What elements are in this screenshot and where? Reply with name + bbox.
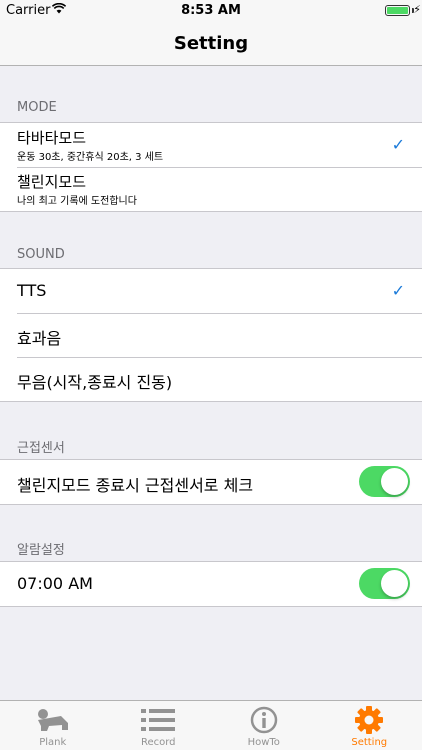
- proximity-group: 챌린지모드 종료시 근접센서로 체크: [0, 459, 422, 505]
- cell-title: 타바타모드: [17, 129, 87, 147]
- section-header-proximity: 근접센서: [17, 441, 65, 456]
- cell-title: 챌린지모드 종료시 근접센서로 체크: [17, 476, 254, 495]
- mode-group: 타바타모드 운동 30초, 중간휴식 20초, 3 세트 ✓ 챌린지모드 나의 …: [0, 122, 422, 212]
- charging-icon: ⚡: [413, 3, 421, 16]
- sound-group: TTS ✓ 효과음 무음(시작,종료시 진동): [0, 268, 422, 402]
- section-header-sound: SOUND: [17, 247, 65, 262]
- mode-cell-tabata[interactable]: 타바타모드 운동 30초, 중간휴식 20초, 3 세트 ✓: [0, 123, 422, 167]
- proximity-cell: 챌린지모드 종료시 근접센서로 체크: [0, 460, 422, 504]
- tab-plank[interactable]: Plank: [0, 701, 106, 750]
- alarm-toggle[interactable]: [359, 568, 410, 599]
- cell-title: 효과음: [17, 329, 62, 348]
- alarm-cell[interactable]: 07:00 AM: [0, 562, 422, 606]
- cell-subtitle: 운동 30초, 중간휴식 20초, 3 세트: [17, 152, 164, 163]
- tab-bar: Plank Record HowTo Setting: [0, 700, 422, 750]
- gear-icon: [317, 706, 422, 734]
- navigation-bar: Setting: [0, 22, 422, 66]
- tab-howto[interactable]: HowTo: [211, 701, 317, 750]
- proximity-toggle[interactable]: [359, 466, 410, 497]
- mode-cell-challenge[interactable]: 챌린지모드 나의 최고 기록에 도전합니다: [0, 167, 422, 211]
- list-icon: [106, 706, 212, 734]
- sound-cell-silent[interactable]: 무음(시작,종료시 진동): [0, 357, 422, 401]
- tab-record[interactable]: Record: [106, 701, 212, 750]
- sound-cell-tts[interactable]: TTS ✓: [0, 269, 422, 313]
- status-time: 8:53 AM: [181, 3, 241, 18]
- alarm-group: 07:00 AM: [0, 561, 422, 607]
- toggle-knob: [381, 570, 408, 597]
- toggle-knob: [381, 468, 408, 495]
- cell-title: 무음(시작,종료시 진동): [17, 373, 173, 392]
- section-header-alarm: 알람설정: [17, 543, 65, 558]
- section-header-mode: MODE: [17, 100, 57, 115]
- tab-label: HowTo: [247, 737, 280, 748]
- plank-icon: [0, 706, 106, 734]
- tab-label: Record: [140, 737, 176, 748]
- cell-title: 챌린지모드: [17, 173, 87, 191]
- cell-title: TTS: [17, 281, 47, 300]
- cell-title: 07:00 AM: [17, 574, 93, 593]
- checkmark-icon: ✓: [391, 281, 405, 300]
- page-title: Setting: [173, 33, 249, 54]
- status-bar: Carrier 8:53 AM ⚡: [0, 0, 422, 22]
- checkmark-icon: ✓: [391, 135, 405, 154]
- info-icon: [211, 706, 317, 734]
- tab-label: Setting: [351, 737, 388, 748]
- cell-subtitle: 나의 최고 기록에 도전합니다: [17, 196, 137, 207]
- battery-icon: [385, 5, 410, 16]
- tab-label: Plank: [39, 737, 67, 748]
- sound-cell-effect[interactable]: 효과음: [0, 313, 422, 357]
- tab-setting[interactable]: Setting: [317, 701, 422, 750]
